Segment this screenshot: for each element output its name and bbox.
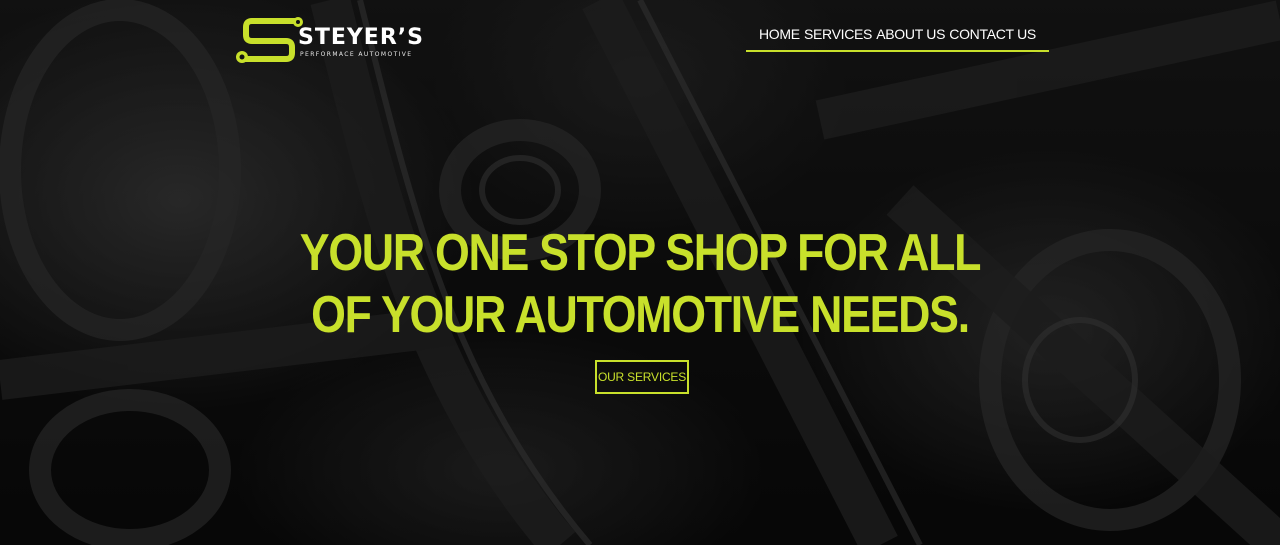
our-services-button[interactable]: OUR SERVICES [595, 360, 689, 394]
brand-tagline: PERFORMACE AUTOMOTIVE [300, 51, 413, 58]
nav-item-services[interactable]: SERVICES [804, 22, 872, 46]
wrench-s-icon [236, 17, 303, 63]
brand-logo[interactable]: STEYER’S PERFORMACE AUTOMOTIVE [234, 17, 438, 63]
nav-item-home[interactable]: HOME [759, 22, 800, 46]
nav-item-contact-us[interactable]: CONTACT US [949, 22, 1036, 46]
hero-title: YOUR ONE STOP SHOP FOR ALL OF YOUR AUTOM… [299, 224, 982, 344]
brand-name: STEYER’S [298, 25, 424, 50]
nav-item-about-us[interactable]: ABOUT US [876, 22, 945, 46]
main-nav: HOME SERVICES ABOUT US CONTACT US [746, 22, 1049, 52]
